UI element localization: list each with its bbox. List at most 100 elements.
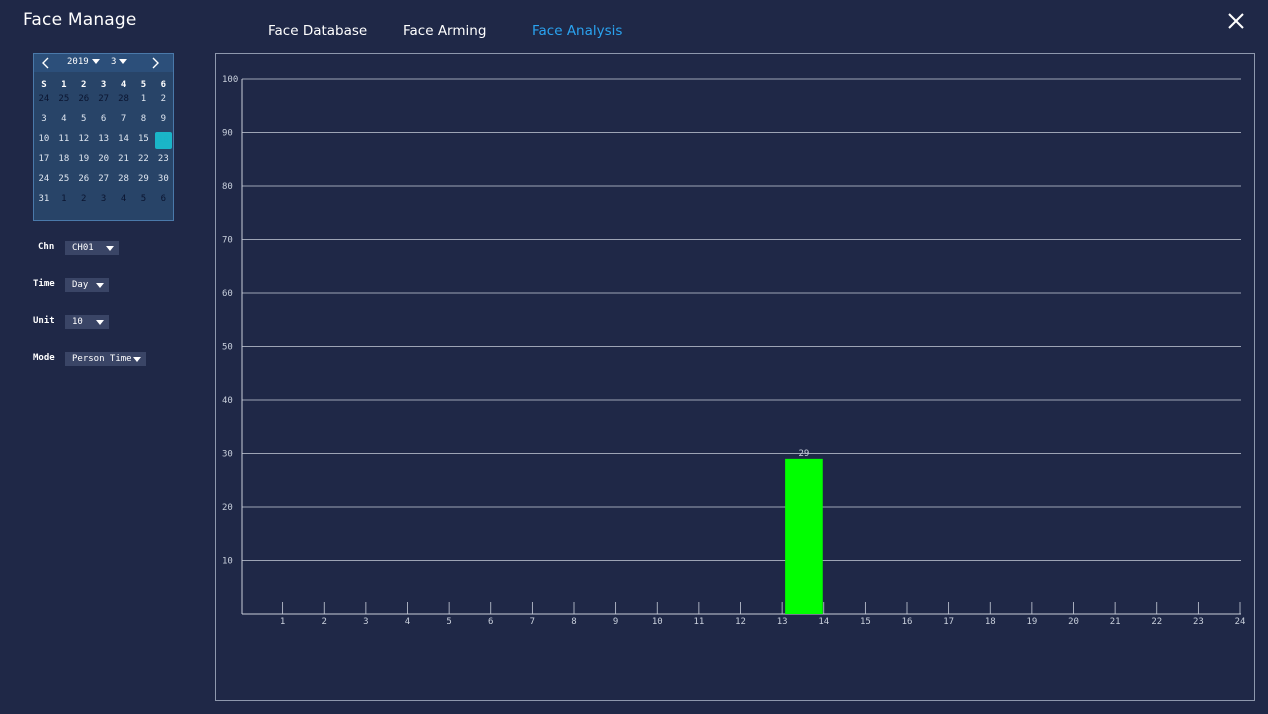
time-value: Day [72, 280, 89, 290]
calendar-day[interactable]: 25 [54, 92, 74, 106]
caret-down-icon [119, 59, 128, 64]
calendar-day[interactable]: 13 [94, 132, 114, 146]
x-tick-label: 24 [1235, 617, 1246, 627]
calendar-day[interactable]: 25 [54, 172, 74, 186]
y-tick-label: 90 [222, 129, 233, 139]
calendar-weekday: 3 [100, 80, 107, 90]
calendar-day[interactable]: 31 [34, 192, 54, 206]
calendar-day[interactable]: 14 [114, 132, 134, 146]
calendar-day[interactable]: 5 [74, 112, 94, 126]
calendar-day[interactable]: 26 [74, 172, 94, 186]
x-tick-label: 18 [985, 617, 996, 627]
month-select[interactable]: 3 [111, 57, 128, 67]
calendar-weekday: 5 [140, 80, 147, 90]
caret-down-icon [96, 283, 104, 288]
close-icon[interactable] [1224, 9, 1248, 33]
chn-label: Chn [38, 242, 55, 252]
calendar-day[interactable]: 4 [54, 112, 74, 126]
y-tick-label: 20 [222, 503, 233, 513]
y-tick-label: 80 [222, 182, 233, 192]
y-tick-label: 40 [222, 396, 233, 406]
time-select[interactable]: Day [65, 278, 109, 292]
calendar-day[interactable]: 30 [153, 172, 173, 186]
calendar-day[interactable]: 1 [54, 192, 74, 206]
caret-down-icon [106, 246, 114, 251]
x-tick-label: 10 [652, 617, 663, 627]
calendar-day[interactable]: 28 [114, 172, 134, 186]
tab-face-analysis[interactable]: Face Analysis [532, 23, 622, 39]
calendar-day[interactable]: 7 [114, 112, 134, 126]
calendar-day[interactable]: 22 [134, 152, 154, 166]
x-tick-label: 3 [363, 617, 368, 627]
mode-value: Person Time [72, 354, 132, 364]
mode-select[interactable]: Person Time [65, 352, 146, 366]
calendar-day[interactable]: 21 [114, 152, 134, 166]
caret-down-icon [96, 320, 104, 325]
chevron-right-icon[interactable] [148, 56, 162, 70]
calendar-weekday: 1 [61, 80, 67, 90]
x-tick-label: 6 [488, 617, 493, 627]
unit-select[interactable]: 10 [65, 315, 109, 329]
year-select[interactable]: 2019 [67, 57, 100, 67]
calendar-weekday: S [41, 80, 47, 90]
unit-value: 10 [72, 317, 83, 327]
y-tick-label: 50 [222, 343, 233, 353]
calendar-day[interactable]: 28 [114, 92, 134, 106]
calendar-day[interactable]: 4 [114, 192, 134, 206]
calendar-day[interactable]: 11 [54, 132, 74, 146]
year-value: 2019 [67, 57, 89, 67]
y-tick-label: 10 [222, 557, 233, 567]
mode-label: Mode [33, 353, 55, 363]
bar-value-label: 29 [799, 449, 810, 459]
calendar-day[interactable]: 6 [153, 192, 173, 206]
calendar-day[interactable]: 24 [34, 172, 54, 186]
calendar-weekday: 6 [160, 80, 167, 90]
unit-label: Unit [33, 316, 55, 326]
calendar-day[interactable]: 15 [134, 132, 154, 146]
calendar-day[interactable]: 23 [153, 152, 173, 166]
calendar-day[interactable]: 12 [74, 132, 94, 146]
calendar-day[interactable]: 5 [134, 192, 154, 206]
calendar-day-selected[interactable]: 16 [154, 131, 172, 149]
calendar-day[interactable]: 2 [74, 192, 94, 206]
calendar-day[interactable]: 27 [94, 92, 114, 106]
y-tick-label: 100 [222, 75, 238, 85]
x-tick-label: 7 [530, 617, 535, 627]
chevron-left-icon[interactable] [39, 56, 53, 70]
x-tick-label: 8 [571, 617, 576, 627]
calendar-day[interactable]: 6 [94, 112, 114, 126]
calendar-day[interactable]: 18 [54, 152, 74, 166]
x-tick-label: 11 [693, 617, 704, 627]
calendar-weekdays: S 1 2 3 4 5 6 [34, 78, 173, 90]
calendar-day[interactable]: 19 [74, 152, 94, 166]
calendar-day[interactable]: 3 [94, 192, 114, 206]
calendar-day[interactable]: 26 [74, 92, 94, 106]
y-tick-label: 30 [222, 450, 233, 460]
calendar-day[interactable]: 17 [34, 152, 54, 166]
calendar-day[interactable]: 1 [134, 92, 154, 106]
tab-face-arming[interactable]: Face Arming [403, 23, 486, 39]
calendar-day[interactable]: 9 [153, 112, 173, 126]
x-tick-label: 21 [1110, 617, 1121, 627]
y-tick-label: 70 [222, 236, 233, 246]
bar-chart: 1020304050607080901001 2 3 4 5 6 7 8 9 10 11 12 13 14… [222, 75, 1246, 627]
calendar-day[interactable]: 8 [134, 112, 154, 126]
x-tick-label: 14 [818, 617, 829, 627]
calendar-day[interactable]: 20 [94, 152, 114, 166]
calendar-day[interactable]: 2 [153, 92, 173, 106]
calendar-day[interactable]: 27 [94, 172, 114, 186]
x-tick-label: 23 [1193, 617, 1204, 627]
calendar-day[interactable]: 24 [34, 92, 54, 106]
x-tick-label: 9 [613, 617, 618, 627]
calendar-day[interactable]: 3 [34, 112, 54, 126]
calendar-day[interactable]: 10 [34, 132, 54, 146]
x-tick-label: 13 [777, 617, 788, 627]
tab-face-database[interactable]: Face Database [268, 23, 367, 39]
calendar-weekday: 2 [81, 80, 87, 90]
x-tick-label: 1 [280, 617, 285, 627]
caret-down-icon [91, 59, 100, 64]
calendar-day[interactable]: 29 [134, 172, 154, 186]
chn-select[interactable]: CH01 [65, 241, 119, 255]
y-tick-label: 60 [222, 289, 233, 299]
x-tick-label: 19 [1026, 617, 1037, 627]
